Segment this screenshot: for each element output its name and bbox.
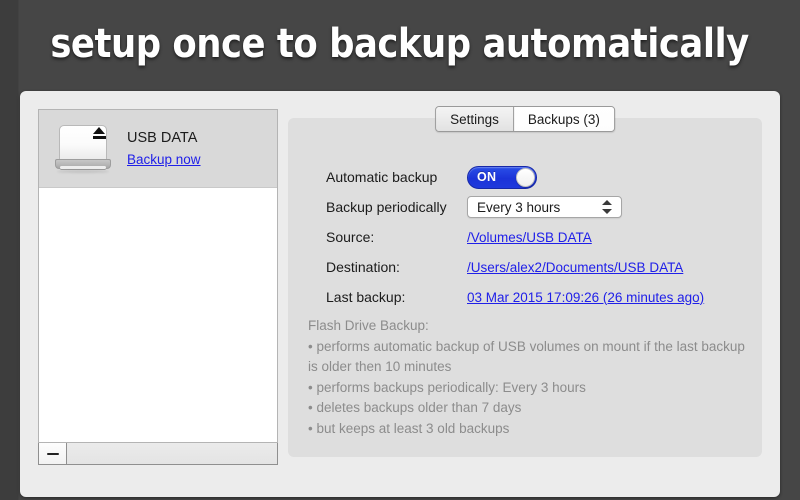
source-path-link[interactable]: /Volumes/USB DATA — [467, 230, 592, 245]
drive-name-label: USB DATA — [127, 129, 201, 147]
chevron-updown-icon[interactable] — [602, 199, 612, 215]
row-backup-periodically: Backup periodically Every 3 hours — [288, 192, 762, 222]
drive-shadow — [57, 170, 109, 173]
tab-settings-label: Settings — [450, 112, 499, 127]
drive-list-toolbar — [38, 443, 278, 465]
row-destination: Destination: /Users/alex2/Documents/USB … — [288, 252, 762, 282]
toggle-state-label: ON — [477, 167, 496, 188]
tab-backups-label: Backups (3) — [528, 112, 600, 127]
settings-panel: Settings Backups (3) Automatic backup ON — [288, 118, 762, 457]
headline-text: setup once to backup automatically — [51, 21, 749, 67]
description-bullet-3: • deletes backups older than 7 days — [308, 398, 748, 419]
minus-icon — [47, 453, 59, 455]
backup-periodically-label: Backup periodically — [288, 199, 467, 215]
backup-interval-value: Every 3 hours — [477, 200, 560, 215]
tab-backups[interactable]: Backups (3) — [513, 107, 614, 131]
backup-interval-select[interactable]: Every 3 hours — [467, 196, 622, 218]
last-backup-link[interactable]: 03 Mar 2015 17:09:26 (26 minutes ago) — [467, 290, 704, 305]
drive-list[interactable]: USB DATA Backup now — [38, 109, 278, 443]
description-bullet-1: • performs automatic backup of USB volum… — [308, 337, 748, 378]
backup-now-link[interactable]: Backup now — [127, 151, 201, 169]
feature-description: Flash Drive Backup: • performs automatic… — [308, 316, 748, 439]
destination-label: Destination: — [288, 259, 467, 275]
description-bullet-4: • but keeps at least 3 old backups — [308, 419, 748, 440]
tab-bar: Settings Backups (3) — [435, 106, 615, 132]
eject-triangle — [93, 127, 105, 134]
row-source: Source: /Volumes/USB DATA — [288, 222, 762, 252]
row-automatic-backup: Automatic backup ON — [288, 162, 762, 192]
last-backup-label: Last backup: — [288, 289, 467, 305]
eject-bar — [93, 136, 106, 139]
app-window: USB DATA Backup now Settings Backups (3) — [20, 91, 780, 497]
automatic-backup-label: Automatic backup — [288, 169, 467, 185]
automatic-backup-toggle[interactable]: ON — [467, 166, 537, 189]
eject-icon[interactable] — [93, 127, 106, 140]
remove-drive-button[interactable] — [39, 443, 67, 464]
tab-settings[interactable]: Settings — [436, 107, 513, 131]
destination-path-link[interactable]: /Users/alex2/Documents/USB DATA — [467, 260, 683, 275]
list-item[interactable]: USB DATA Backup now — [39, 110, 277, 188]
settings-rows: Automatic backup ON Backup periodically … — [288, 162, 762, 312]
description-bullet-2: • performs backups periodically: Every 3… — [308, 378, 748, 399]
source-label: Source: — [288, 229, 467, 245]
drive-slot — [60, 166, 106, 169]
hard-drive-icon — [53, 121, 113, 177]
row-last-backup: Last backup: 03 Mar 2015 17:09:26 (26 mi… — [288, 282, 762, 312]
toggle-knob[interactable] — [516, 168, 535, 187]
screenshot-root: setup once to backup automatically USB D… — [0, 0, 800, 500]
drive-info: USB DATA Backup now — [127, 129, 201, 169]
toolbar-filler — [67, 443, 277, 464]
description-title: Flash Drive Backup: — [308, 316, 748, 337]
marketing-banner: setup once to backup automatically — [0, 0, 800, 88]
